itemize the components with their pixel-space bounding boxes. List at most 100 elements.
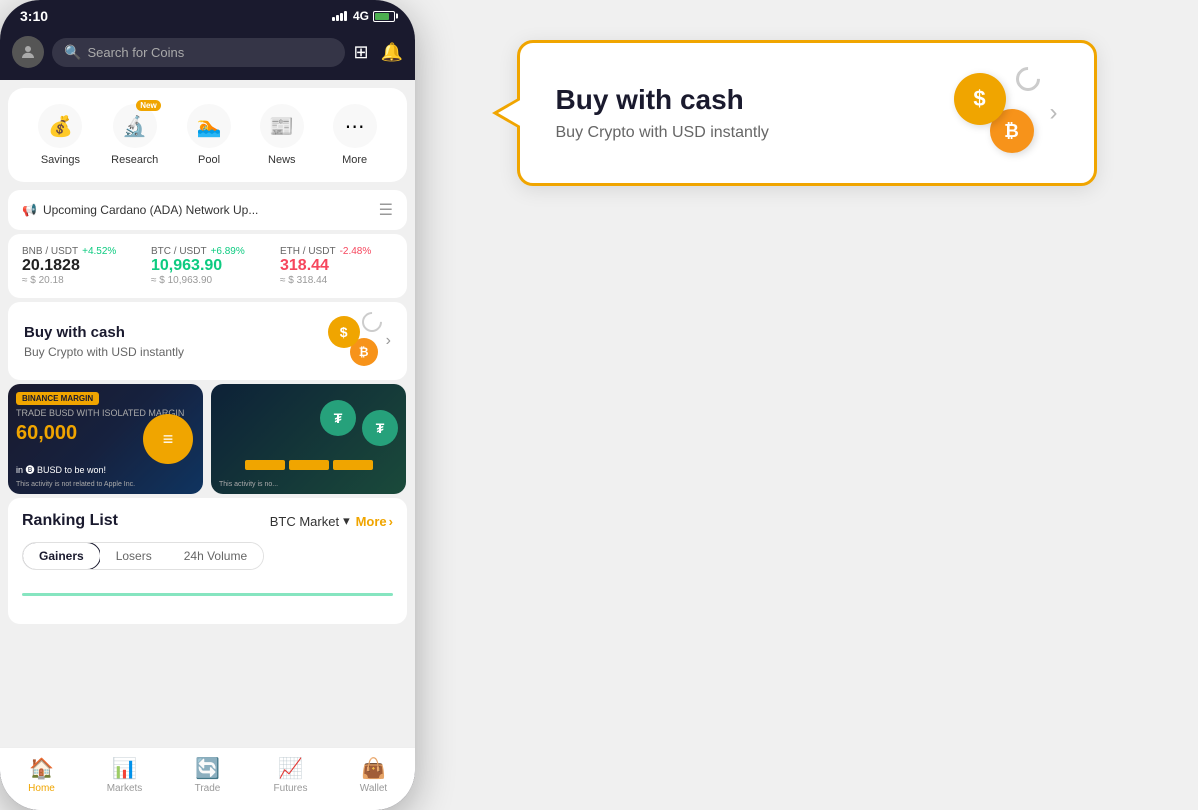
promo-amount: 60,000 (16, 422, 77, 445)
quick-item-research[interactable]: 🔬 New Research (111, 104, 158, 166)
ranking-header: Ranking List BTC Market ▾ More › (22, 512, 393, 530)
tooltip-card: Buy with cash Buy Crypto with USD instan… (517, 40, 1097, 186)
phone-screen: 3:10 4G 🔍 Search for Coi (0, 0, 415, 810)
promo-banners: BINANCE MARGIN TRADE BUSD WITH ISOLATED … (8, 384, 407, 494)
wallet-icon: 👜 (361, 756, 386, 781)
nav-item-wallet[interactable]: 👜 Wallet (332, 756, 415, 794)
bnb-usd: ≈ $ 20.18 (22, 275, 135, 286)
search-placeholder: Search for Coins (87, 45, 184, 60)
bnb-change: +4.52% (82, 246, 116, 257)
btc-change: +6.89% (211, 246, 245, 257)
eth-price-item[interactable]: ETH / USDT -2.48% 318.44 ≈ $ 318.44 (280, 246, 393, 286)
new-badge: New (136, 100, 160, 111)
nav-item-home[interactable]: 🏠 Home (0, 756, 83, 794)
scroll-content: 💰 Savings 🔬 New Research 🏊 Pool (0, 80, 415, 747)
buy-cash-right: $ ₿ › (328, 316, 391, 366)
avatar[interactable] (12, 36, 44, 68)
eth-pair: ETH / USDT (280, 246, 336, 257)
tab-gainers[interactable]: Gainers (22, 542, 101, 570)
ranking-title: Ranking List (22, 512, 118, 530)
refresh-icon (1011, 62, 1045, 96)
nav-item-futures[interactable]: 📈 Futures (249, 756, 332, 794)
bell-icon[interactable]: 🔔 (381, 42, 403, 63)
more-link[interactable]: More › (356, 514, 393, 529)
quick-item-pool[interactable]: 🏊 Pool (187, 104, 231, 166)
promo-disclaimer-2: This activity is no... (219, 481, 398, 488)
promo-banner-2[interactable]: ₮ ₮ This activity is no... (211, 384, 406, 494)
price-row: BNB / USDT +4.52% 20.1828 ≈ $ 20.18 BTC … (22, 246, 393, 286)
buy-cash-title: Buy with cash (24, 324, 184, 341)
savings-icon: 💰 (38, 104, 82, 148)
signal-bars-icon (332, 11, 347, 21)
tooltip-subtitle: Buy Crypto with USD instantly (556, 124, 769, 142)
search-bar[interactable]: 🔍 Search for Coins (52, 38, 345, 67)
tooltip-dollar-icon: $ (954, 73, 1006, 125)
announcement-text: 📢 Upcoming Cardano (ADA) Network Up... (22, 203, 258, 217)
price-ticker: BNB / USDT +4.52% 20.1828 ≈ $ 20.18 BTC … (8, 234, 407, 298)
more-icon: ⋯ (333, 104, 377, 148)
ranking-controls: BTC Market ▾ More › (270, 513, 393, 529)
quick-item-news[interactable]: 📰 News (260, 104, 304, 166)
futures-icon: 📈 (278, 756, 303, 781)
refresh-arc-icon (358, 308, 386, 336)
nav-item-markets[interactable]: 📊 Markets (83, 756, 166, 794)
pool-icon: 🏊 (187, 104, 231, 148)
tab-24h-volume[interactable]: 24h Volume (168, 543, 263, 569)
tab-group: Gainers Losers 24h Volume (22, 542, 264, 570)
nav-item-trade[interactable]: 🔄 Trade (166, 756, 249, 794)
promo-disclaimer-1: This activity is not related to Apple In… (16, 481, 195, 488)
tab-losers[interactable]: Losers (100, 543, 168, 569)
btc-value: 10,963.90 (151, 257, 264, 275)
battery-icon (373, 11, 395, 22)
ranking-section: Ranking List BTC Market ▾ More › Gainers (8, 498, 407, 624)
bnb-price-item[interactable]: BNB / USDT +4.52% 20.1828 ≈ $ 20.18 (22, 246, 135, 286)
tether-coins: ₮ ₮ (320, 400, 398, 446)
tooltip-text: Buy with cash Buy Crypto with USD instan… (556, 84, 769, 142)
status-bar: 3:10 4G (0, 0, 415, 28)
right-panel: Buy with cash Buy Crypto with USD instan… (415, 0, 1198, 226)
eth-usd: ≈ $ 318.44 (280, 275, 393, 286)
pool-label: Pool (198, 154, 220, 166)
eth-change: -2.48% (340, 246, 372, 257)
quick-item-more[interactable]: ⋯ More (333, 104, 377, 166)
busd-coin-icon: ≡ (143, 414, 193, 464)
dollar-coin-icon: $ (328, 316, 360, 348)
btc-price-item[interactable]: BTC / USDT +6.89% 10,963.90 ≈ $ 10,963.9… (151, 246, 264, 286)
bnb-pair: BNB / USDT (22, 246, 78, 257)
promo-badge: BINANCE MARGIN (16, 392, 99, 405)
news-icon: 📰 (260, 104, 304, 148)
top-nav: 🔍 Search for Coins ⊞ 🔔 (0, 28, 415, 80)
network-type: 4G (353, 9, 369, 23)
nav-icons: ⊞ 🔔 (353, 42, 403, 63)
ranking-market[interactable]: BTC Market ▾ (270, 513, 350, 529)
list-icon: ☰ (379, 200, 393, 220)
trade-icon: 🔄 (195, 756, 220, 781)
home-label: Home (28, 783, 55, 794)
quick-item-savings[interactable]: 💰 Savings (38, 104, 82, 166)
buy-cash-left: Buy with cash Buy Crypto with USD instan… (24, 324, 184, 359)
trade-label: Trade (195, 783, 221, 794)
scan-icon[interactable]: ⊞ (353, 42, 368, 63)
bnb-value: 20.1828 (22, 257, 135, 275)
markets-icon: 📊 (112, 756, 137, 781)
promo-sub: in 🅑 BUSD to be won! (16, 463, 106, 476)
buy-cash-card[interactable]: Buy with cash Buy Crypto with USD instan… (8, 302, 407, 380)
btc-usd: ≈ $ 10,963.90 (151, 275, 264, 286)
megaphone-icon: 📢 (22, 203, 37, 217)
savings-label: Savings (41, 154, 80, 166)
dropdown-icon: ▾ (343, 513, 350, 529)
status-icons: 4G (332, 9, 395, 23)
ranking-chart-preview (22, 570, 393, 610)
news-label: News (268, 154, 296, 166)
promo-banner-1[interactable]: BINANCE MARGIN TRADE BUSD WITH ISOLATED … (8, 384, 203, 494)
futures-label: Futures (274, 783, 308, 794)
research-icon: 🔬 New (113, 104, 157, 148)
tooltip-coin-stack: $ ₿ (954, 73, 1034, 153)
tooltip-arrow-icon: › (1050, 99, 1058, 127)
more-chevron-icon: › (389, 514, 393, 529)
phone-frame: 3:10 4G 🔍 Search for Coi (0, 0, 415, 810)
announcement-bar[interactable]: 📢 Upcoming Cardano (ADA) Network Up... ☰ (8, 190, 407, 230)
tooltip-title: Buy with cash (556, 84, 769, 116)
tooltip-right: $ ₿ › (954, 73, 1058, 153)
btc-pair: BTC / USDT (151, 246, 207, 257)
